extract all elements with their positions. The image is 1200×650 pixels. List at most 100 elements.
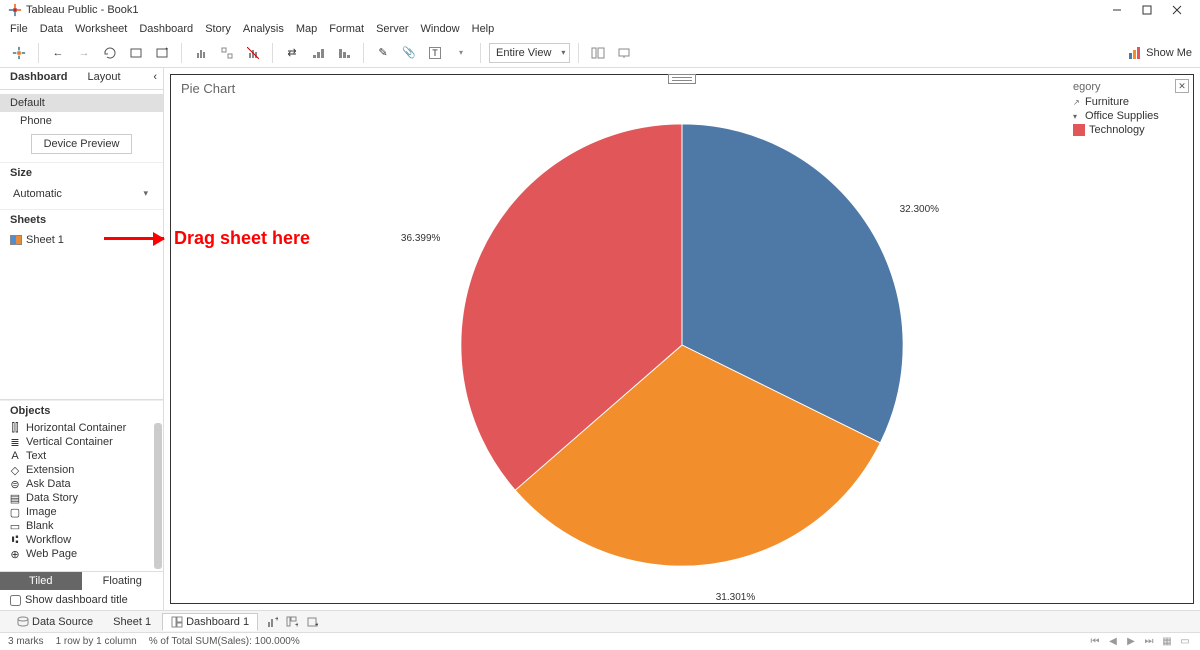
dashboard-canvas[interactable]: Pie Chart 32.300% 31.301% 36.399% egory …	[164, 68, 1200, 610]
tab-data-source[interactable]: Data Source	[8, 613, 102, 631]
device-preview-button[interactable]: Device Preview	[31, 134, 133, 154]
menu-format[interactable]: Format	[329, 23, 364, 35]
legend-item-technology[interactable]: Technology	[1069, 123, 1189, 137]
pie-label-furniture: 32.300%	[900, 204, 939, 215]
drag-annotation: Drag sheet here	[104, 228, 310, 249]
device-section: Default Phone Device Preview	[0, 90, 163, 162]
menu-window[interactable]: Window	[421, 23, 460, 35]
show-title-row: Show dashboard title	[0, 590, 163, 610]
new-dashboard-tab-button[interactable]: +	[284, 614, 300, 630]
device-phone[interactable]: Phone	[0, 112, 163, 130]
menu-help[interactable]: Help	[472, 23, 495, 35]
pie-label-office-supplies: 31.301%	[716, 592, 755, 603]
menu-file[interactable]: File	[10, 23, 28, 35]
svg-text:+: +	[275, 616, 278, 623]
status-rows: 1 row by 1 column	[56, 636, 137, 647]
tab-sheet1[interactable]: Sheet 1	[104, 613, 160, 631]
menu-data[interactable]: Data	[40, 23, 63, 35]
window-title: Tableau Public - Book1	[26, 4, 139, 16]
menu-analysis[interactable]: Analysis	[243, 23, 284, 35]
totals-button[interactable]: T	[424, 42, 446, 64]
redo-button[interactable]: →	[73, 42, 95, 64]
clear-button[interactable]	[242, 42, 264, 64]
show-title-checkbox[interactable]	[10, 595, 21, 606]
legend-item-office-supplies[interactable]: ▾Office Supplies	[1069, 109, 1189, 123]
new-story-tab-button[interactable]: +	[304, 614, 320, 630]
presentation-button[interactable]	[613, 42, 635, 64]
obj-image[interactable]: ▢Image	[0, 505, 163, 519]
svg-text:+: +	[295, 622, 298, 628]
legend-panel[interactable]: egory ✕ ↗Furniture ▾Office Supplies Tech…	[1069, 79, 1189, 137]
menu-worksheet[interactable]: Worksheet	[75, 23, 127, 35]
worksheet-icon	[10, 235, 22, 245]
fit-dropdown[interactable]: Entire View	[489, 43, 570, 63]
obj-vertical-container[interactable]: ≣Vertical Container	[0, 435, 163, 449]
menu-dashboard[interactable]: Dashboard	[139, 23, 193, 35]
show-title-label: Show dashboard title	[25, 594, 128, 606]
tab-layout[interactable]: Layout	[77, 68, 130, 89]
new-worksheet-button[interactable]	[190, 42, 212, 64]
tableau-icon[interactable]	[8, 42, 30, 64]
undo-button[interactable]: ←	[47, 42, 69, 64]
sort-desc-button[interactable]	[333, 42, 355, 64]
group-button[interactable]: 📎	[398, 42, 420, 64]
status-bar: 3 marks 1 row by 1 column % of Total SUM…	[0, 632, 1200, 650]
nav-first-button[interactable]: ⏮	[1088, 636, 1102, 647]
size-heading: Size	[0, 162, 163, 183]
legend-close-button[interactable]: ✕	[1175, 79, 1189, 93]
close-button[interactable]	[1162, 0, 1192, 20]
pie-chart	[432, 95, 932, 595]
nav-last-button[interactable]: ⏭	[1142, 636, 1156, 647]
obj-web-page[interactable]: ⊕Web Page	[0, 547, 163, 561]
nav-tabs-button[interactable]: ▭	[1178, 636, 1192, 647]
size-dropdown[interactable]: Automatic	[8, 185, 155, 203]
obj-ask-data[interactable]: ⊜Ask Data	[0, 477, 163, 491]
annotation-text: Drag sheet here	[174, 228, 310, 249]
main-area: Dashboard Layout ‹ Default Phone Device …	[0, 68, 1200, 610]
legend-title: egory	[1073, 81, 1101, 93]
new-worksheet-tab-button[interactable]: +	[264, 614, 280, 630]
chart-title: Pie Chart	[181, 81, 235, 96]
highlight-button[interactable]: ✎	[372, 42, 394, 64]
tiled-button[interactable]: Tiled	[0, 572, 82, 590]
window-titlebar: Tableau Public - Book1	[0, 0, 1200, 20]
menu-story[interactable]: Story	[205, 23, 231, 35]
obj-workflow[interactable]: ⑆Workflow	[0, 533, 163, 547]
nav-filmstrip-button[interactable]: ▦	[1160, 636, 1174, 647]
show-cards-button[interactable]	[587, 42, 609, 64]
drag-grip-icon[interactable]	[668, 74, 696, 84]
nav-next-button[interactable]: ▶	[1124, 636, 1138, 647]
show-me-icon	[1128, 46, 1142, 60]
obj-text[interactable]: AText	[0, 449, 163, 463]
floating-button[interactable]: Floating	[82, 572, 164, 590]
new-datasource-button[interactable]	[125, 42, 147, 64]
nav-prev-button[interactable]: ◀	[1106, 636, 1120, 647]
obj-blank[interactable]: ▭Blank	[0, 519, 163, 533]
duplicate-button[interactable]	[216, 42, 238, 64]
legend-swatch-icon	[1073, 124, 1085, 136]
obj-extension[interactable]: ◇Extension	[0, 463, 163, 477]
menu-map[interactable]: Map	[296, 23, 317, 35]
minimize-button[interactable]	[1102, 0, 1132, 20]
objects-heading: Objects	[0, 400, 163, 421]
menu-server[interactable]: Server	[376, 23, 408, 35]
objects-list: ⫿⫿Horizontal Container ≣Vertical Contain…	[0, 421, 163, 571]
maximize-button[interactable]	[1132, 0, 1162, 20]
pause-button[interactable]: +	[151, 42, 173, 64]
tab-dashboard[interactable]: Dashboard	[0, 68, 77, 89]
show-me-button[interactable]: Show Me	[1146, 47, 1192, 59]
chevron-down-icon[interactable]: ▾	[450, 42, 472, 64]
obj-data-story[interactable]: ▤Data Story	[0, 491, 163, 505]
objects-section: Objects ⫿⫿Horizontal Container ≣Vertical…	[0, 399, 163, 610]
toolbar: ← → + ⇄ ✎ 📎 T ▾ Entire View Show Me	[0, 38, 1200, 68]
sort-asc-button[interactable]	[307, 42, 329, 64]
status-pct: % of Total SUM(Sales): 100.000%	[149, 636, 300, 647]
swap-button[interactable]: ⇄	[281, 42, 303, 64]
collapse-sidebar-button[interactable]: ‹	[147, 68, 163, 89]
legend-item-furniture[interactable]: ↗Furniture	[1069, 95, 1189, 109]
device-default[interactable]: Default	[0, 94, 163, 112]
obj-horizontal-container[interactable]: ⫿⫿Horizontal Container	[0, 421, 163, 435]
save-button[interactable]	[99, 42, 121, 64]
tab-dashboard1[interactable]: Dashboard 1	[162, 613, 258, 631]
sheets-heading: Sheets	[0, 209, 163, 230]
